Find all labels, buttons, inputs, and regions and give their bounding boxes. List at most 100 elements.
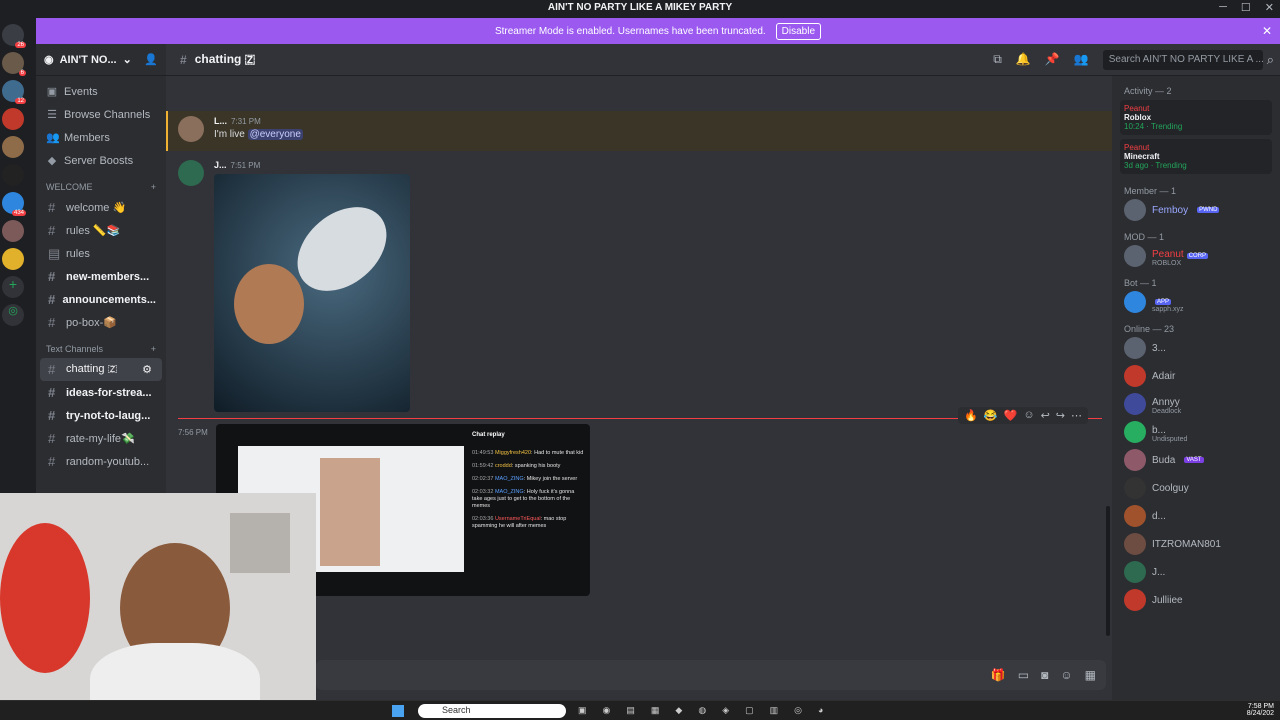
- close-icon[interactable]: ✕: [1265, 1, 1274, 14]
- author-name[interactable]: J...: [214, 160, 227, 170]
- category-text-channels[interactable]: Text Channels +: [36, 334, 166, 358]
- guild-icon[interactable]: [2, 248, 24, 270]
- folder-icon[interactable]: ▤: [626, 705, 635, 716]
- image-attachment[interactable]: [214, 174, 410, 412]
- disable-button[interactable]: Disable: [775, 22, 822, 40]
- bell-icon[interactable]: 🔔: [1016, 52, 1031, 67]
- app-icon[interactable]: ▢: [745, 705, 754, 716]
- avatar[interactable]: [178, 116, 204, 142]
- nav-members[interactable]: 👥 Members: [36, 126, 166, 149]
- channel-rate-my-life[interactable]: # rate-my-life💸: [36, 427, 166, 450]
- channel-rules[interactable]: ▤ rules: [36, 242, 166, 265]
- add-channel-icon[interactable]: +: [151, 182, 156, 192]
- activity-card[interactable]: Peanut Roblox 10:24 · Trending: [1120, 100, 1272, 135]
- guild-icon[interactable]: 12: [2, 80, 26, 104]
- member-row[interactable]: Buda VAST: [1112, 446, 1280, 474]
- guild-icon[interactable]: [2, 220, 24, 242]
- channel-try-not-to-laugh[interactable]: # try-not-to-laug...: [36, 404, 166, 427]
- minimize-icon[interactable]: ─: [1219, 1, 1227, 14]
- nav-browse-channels[interactable]: ☰ Browse Channels: [36, 103, 166, 126]
- member-row[interactable]: Peanut CORP ROBLOX: [1112, 242, 1280, 270]
- channel-new-members[interactable]: # new-members...: [36, 265, 166, 288]
- scrollbar[interactable]: [1106, 506, 1110, 636]
- member-row[interactable]: Femboy PWND: [1112, 196, 1280, 224]
- emoji-icon[interactable]: ☺: [1060, 668, 1072, 682]
- category-welcome[interactable]: WELCOME +: [36, 172, 166, 196]
- chrome-icon[interactable]: ◎: [794, 705, 802, 716]
- guild-icon[interactable]: [2, 108, 24, 130]
- guild-icon[interactable]: [2, 164, 24, 186]
- server-icon: ◉: [44, 54, 54, 66]
- app-icon[interactable]: ◈: [722, 705, 729, 716]
- add-server-icon[interactable]: +: [2, 276, 24, 298]
- explore-icon[interactable]: ◎: [2, 304, 24, 326]
- member-row[interactable]: J...: [1112, 558, 1280, 586]
- member-row[interactable]: Adair: [1112, 362, 1280, 390]
- add-reaction-icon[interactable]: ☺: [1023, 409, 1034, 422]
- reaction-fire[interactable]: 🔥: [964, 409, 978, 422]
- pin-icon[interactable]: 📌: [1045, 52, 1060, 67]
- epic-icon[interactable]: ▥: [770, 705, 779, 716]
- sticker-icon[interactable]: ◙: [1041, 668, 1048, 682]
- message-composer[interactable]: 🎁 ▭ ◙ ☺ ▦: [316, 660, 1106, 690]
- member-name: ITZROMAN801: [1152, 538, 1221, 550]
- message-header: J... 7:51 PM: [214, 160, 410, 170]
- channel-ideas[interactable]: # ideas-for-strea...: [36, 381, 166, 404]
- member-row[interactable]: ITZROMAN801: [1112, 530, 1280, 558]
- add-channel-icon[interactable]: +: [151, 344, 156, 354]
- member-row[interactable]: d...: [1112, 502, 1280, 530]
- channel-welcome[interactable]: # welcome 👋: [36, 196, 166, 219]
- guild-icon[interactable]: [2, 136, 24, 158]
- search-icon[interactable]: ⌕: [1267, 52, 1274, 68]
- threads-icon[interactable]: ⧉: [993, 52, 1002, 67]
- nav-events[interactable]: ▣ Events: [36, 80, 166, 103]
- nav-server-boosts[interactable]: ◆ Server Boosts: [36, 149, 166, 172]
- clock[interactable]: 7:58 PM 8/24/202: [1247, 703, 1274, 717]
- taskbar-search[interactable]: Search: [418, 704, 566, 718]
- add-user-icon[interactable]: 👤: [144, 53, 158, 66]
- more-icon[interactable]: ⋯: [1071, 409, 1082, 422]
- apps-icon[interactable]: ▦: [1085, 668, 1096, 682]
- search-input[interactable]: Search AIN'T NO PARTY LIKE A ...: [1102, 49, 1263, 70]
- mention-everyone[interactable]: @everyone: [247, 129, 303, 140]
- reaction-laugh[interactable]: 😂: [984, 409, 998, 422]
- activity-card[interactable]: Peanut Minecraft 3d ago · Trending: [1120, 139, 1272, 174]
- forward-icon[interactable]: ↪: [1056, 409, 1065, 422]
- member-row[interactable]: b... Undisputed: [1112, 418, 1280, 446]
- chat-msg: spanking his booty: [514, 463, 561, 469]
- store-icon[interactable]: ▦: [651, 705, 660, 716]
- banner-close-icon[interactable]: ✕: [1262, 24, 1272, 38]
- server-header[interactable]: ◉ AIN'T NO... ⌄ 👤: [36, 44, 166, 76]
- guild-icon[interactable]: 6: [2, 52, 26, 76]
- author-name[interactable]: L...: [214, 116, 227, 126]
- member-row[interactable]: Coolguy: [1112, 474, 1280, 502]
- channel-chatting[interactable]: # chatting 🇿 ⚙: [40, 358, 162, 381]
- dropbox-icon[interactable]: ◆: [675, 705, 682, 716]
- gift-icon[interactable]: 🎁: [991, 668, 1006, 682]
- guild-icon[interactable]: 434: [2, 192, 26, 216]
- member-list-icon[interactable]: 👥: [1074, 52, 1089, 67]
- member-row[interactable]: Julliiee: [1112, 586, 1280, 614]
- browser-icon[interactable]: ◉: [603, 705, 611, 716]
- channel-announcements[interactable]: # announcements...: [36, 288, 166, 311]
- discord-icon[interactable]: ◕: [818, 705, 823, 716]
- maximize-icon[interactable]: ☐: [1241, 1, 1251, 14]
- section-label: Online — 23: [1124, 324, 1175, 334]
- task-view-icon[interactable]: ▣: [578, 705, 587, 716]
- home-guild[interactable]: 26: [2, 24, 26, 48]
- reaction-heart[interactable]: ❤️: [1004, 409, 1018, 422]
- channel-po-box[interactable]: # po-box-📦: [36, 311, 166, 334]
- member-row[interactable]: Annyy Deadlock: [1112, 390, 1280, 418]
- reply-icon[interactable]: ↩: [1041, 409, 1050, 422]
- channel-rules-emoji[interactable]: # rules 📏📚: [36, 219, 166, 242]
- member-row[interactable]: 3...: [1112, 334, 1280, 362]
- settings-icon[interactable]: ⚙: [142, 363, 152, 376]
- member-row[interactable]: APP sapph.xyz: [1112, 288, 1280, 316]
- channel-label: random-youtub...: [66, 455, 150, 468]
- channel-random-youtube[interactable]: # random-youtub...: [36, 450, 166, 473]
- avatar[interactable]: [178, 160, 204, 186]
- hp-icon[interactable]: ◍: [698, 705, 706, 716]
- member-name: Femboy: [1152, 204, 1189, 216]
- windows-start-icon[interactable]: [392, 705, 404, 717]
- gif-icon[interactable]: ▭: [1018, 668, 1029, 682]
